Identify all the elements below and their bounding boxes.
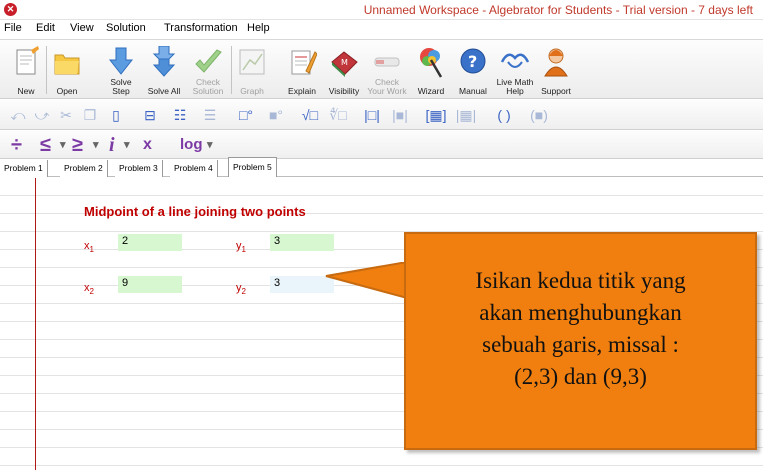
cut-icon[interactable]: ✂ <box>56 105 76 125</box>
app-logo-icon[interactable]: ✕ <box>4 3 17 16</box>
absolute-value-icon[interactable]: |□| <box>360 105 384 125</box>
graph-button[interactable]: Graph <box>234 42 270 98</box>
menu-solution[interactable]: Solution <box>106 22 146 34</box>
chevron-down-icon[interactable]: ▾ <box>124 133 130 157</box>
support-agent-icon <box>544 48 568 77</box>
superscript-icon[interactable]: □° <box>234 105 258 125</box>
manual-button[interactable]: ? Manual <box>454 42 492 98</box>
margin-line <box>35 178 36 470</box>
problem-tabs: Problem 1 Problem 2 Problem 3 Problem 4 … <box>0 157 763 177</box>
open-button[interactable]: Open <box>48 42 86 98</box>
redo-icon[interactable]: ⤻ <box>32 105 52 125</box>
svg-text:M: M <box>341 58 348 67</box>
divide-button[interactable]: ÷ <box>11 133 22 157</box>
menu-edit[interactable]: Edit <box>36 22 55 34</box>
main-toolbar: New Open Solve Step Solve All Check Solu… <box>0 39 763 99</box>
book-icon: M <box>331 51 358 77</box>
callout-pointer <box>325 262 408 300</box>
live-math-help-button[interactable]: Live Math Help <box>495 42 535 98</box>
x1-label: x1 <box>84 240 94 254</box>
tab-problem-1[interactable]: Problem 1 <box>0 160 48 177</box>
insert-row-below-icon[interactable]: ☷ <box>168 105 192 125</box>
new-button[interactable]: New <box>8 42 44 98</box>
check-work-icon <box>374 57 400 67</box>
solve-step-button[interactable]: Solve Step <box>104 42 138 98</box>
support-button[interactable]: Support <box>536 42 576 98</box>
down-arrow-icon <box>108 47 134 75</box>
square-root-icon[interactable]: √□ <box>298 105 322 125</box>
tab-problem-5[interactable]: Problem 5 <box>228 157 277 177</box>
handshake-icon <box>500 53 530 68</box>
menu-view[interactable]: View <box>70 22 94 34</box>
help-question-icon: ? <box>460 48 486 74</box>
insert-row-above-icon[interactable]: ⊟ <box>138 105 162 125</box>
callout-text: Isikan kedua titik yang akan menghubungk… <box>475 268 686 389</box>
copy-icon[interactable]: ❐ <box>80 105 100 125</box>
determinant-icon[interactable]: |▦| <box>454 105 478 125</box>
matrix-icon[interactable]: [▦] <box>424 105 448 125</box>
x1-input[interactable]: 2 <box>118 234 182 251</box>
tab-problem-4[interactable]: Problem 4 <box>170 160 218 177</box>
delete-row-icon[interactable]: ☰ <box>198 105 222 125</box>
greater-equal-button[interactable]: ≥ <box>72 133 83 157</box>
wizard-button[interactable]: Wizard <box>412 42 450 98</box>
chevron-down-icon[interactable]: ▾ <box>60 133 66 157</box>
operators-toolbar: ÷ ≤ ▾ ≥ ▾ i ▾ x log ▾ <box>0 131 763 159</box>
window-title: Unnamed Workspace - Algebrator for Stude… <box>363 3 753 17</box>
x2-input[interactable]: 9 <box>118 276 182 293</box>
undo-icon[interactable]: ⤺ <box>8 105 28 125</box>
chevron-down-icon[interactable]: ▾ <box>93 133 99 157</box>
explain-button[interactable]: Explain <box>282 42 322 98</box>
tab-problem-3[interactable]: Problem 3 <box>115 160 163 177</box>
tooltip-callout: Isikan kedua titik yang akan menghubungk… <box>404 232 757 450</box>
less-equal-button[interactable]: ≤ <box>40 133 51 157</box>
magic-wand-icon <box>420 48 443 78</box>
folder-icon <box>54 54 80 75</box>
menu-transformation[interactable]: Transformation <box>164 22 238 34</box>
nth-root-icon[interactable]: ∜□ <box>326 105 350 125</box>
check-your-work-button[interactable]: Check Your Work <box>366 42 408 98</box>
notepad-pencil-icon <box>291 50 317 75</box>
paste-icon[interactable]: ▯ <box>106 105 126 125</box>
parentheses-icon[interactable]: ( ) <box>490 105 518 125</box>
y1-label: y1 <box>236 240 246 254</box>
parentheses-filled-icon[interactable]: (■) <box>524 105 554 125</box>
svg-text:?: ? <box>468 52 477 71</box>
check-solution-button[interactable]: Check Solution <box>188 42 228 98</box>
imaginary-unit-button[interactable]: i <box>109 133 115 157</box>
problem-heading: Midpoint of a line joining two points <box>84 204 306 219</box>
edit-toolbar: ⤺ ⤻ ✂ ❐ ▯ ⊟ ☷ ☰ □° ■° √□ ∜□ |□| |■| [▦] … <box>0 100 763 130</box>
menu-bar: File Edit View Solution Transformation H… <box>0 20 763 39</box>
visibility-button[interactable]: M Visibility <box>322 42 366 98</box>
checkmark-icon <box>195 49 222 73</box>
solve-all-button[interactable]: Solve All <box>142 42 186 98</box>
title-bar: ✕ Unnamed Workspace - Algebrator for Stu… <box>0 0 763 20</box>
chevron-down-icon[interactable]: ▾ <box>207 133 213 157</box>
graph-icon <box>239 49 265 75</box>
menu-file[interactable]: File <box>4 22 22 34</box>
subscript-box-icon[interactable]: ■° <box>264 105 288 125</box>
log-button[interactable]: log <box>180 133 203 157</box>
norm-icon[interactable]: |■| <box>388 105 412 125</box>
new-document-icon <box>16 46 39 75</box>
tab-problem-2[interactable]: Problem 2 <box>60 160 108 177</box>
subscript-button[interactable]: x <box>143 133 152 157</box>
y1-input[interactable]: 3 <box>270 234 334 251</box>
menu-help[interactable]: Help <box>247 22 270 34</box>
x2-label: x2 <box>84 282 94 296</box>
double-down-arrow-icon <box>152 46 176 77</box>
y2-label: y2 <box>236 282 246 296</box>
